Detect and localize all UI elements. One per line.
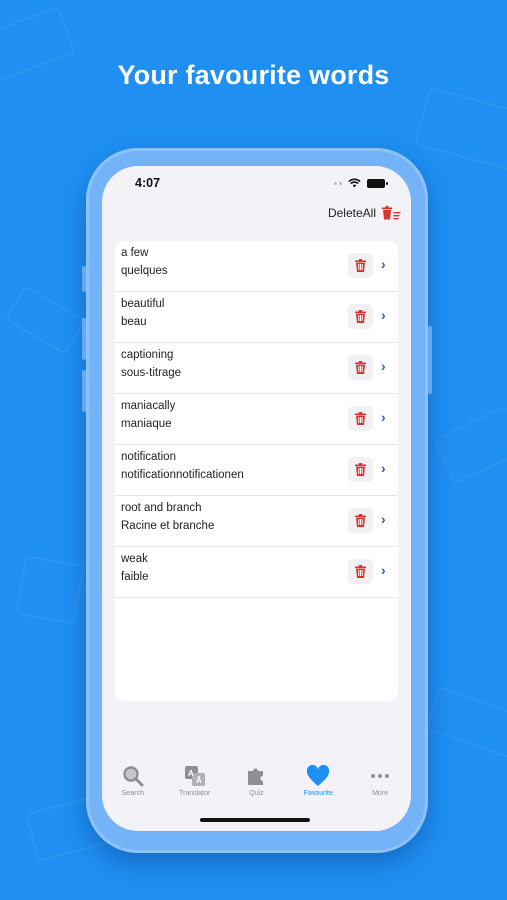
tab-more[interactable]: More: [350, 764, 410, 809]
more-icon: [371, 774, 390, 778]
tab-quiz[interactable]: Quiz: [226, 764, 286, 809]
tab-label-quiz: Quiz: [249, 790, 264, 797]
delete-word-button[interactable]: [348, 406, 373, 431]
translator-icon: A Ā: [184, 766, 205, 786]
chevron-right-icon[interactable]: ›: [381, 460, 386, 476]
translation-text: quelques: [121, 265, 168, 277]
chevron-right-icon[interactable]: ›: [381, 409, 386, 425]
tab-label-favourite: Favourite: [303, 790, 333, 797]
puzzle-icon: [248, 768, 264, 785]
word-row[interactable]: weak faible ›: [115, 547, 398, 598]
search-icon: [123, 766, 144, 787]
delete-word-button[interactable]: [348, 559, 373, 584]
favourites-list: a few quelques › beautiful beau › captioning so…: [115, 241, 398, 701]
word-text: root and branch: [121, 502, 202, 514]
translation-text: notificationnotificationen: [121, 469, 244, 481]
status-time: 4:07: [135, 176, 161, 190]
chevron-right-icon[interactable]: ›: [381, 562, 386, 578]
heart-icon: [307, 765, 330, 786]
wifi-icon: [348, 178, 361, 188]
svg-text:Ā: Ā: [196, 776, 202, 785]
translation-text: beau: [121, 316, 147, 328]
delete-word-button[interactable]: [348, 508, 373, 533]
delete-word-button[interactable]: [348, 253, 373, 278]
word-text: weak: [121, 553, 148, 565]
phone-frame: 4:07 DeleteAll a few quelques › beautifu…: [82, 148, 432, 853]
signal-icon: [334, 181, 342, 185]
trash-list-icon: [382, 206, 401, 220]
tab-label-translator: Translator: [179, 790, 211, 797]
mute-switch: [82, 266, 86, 292]
word-text: beautiful: [121, 298, 165, 310]
status-bar: 4:07: [102, 176, 411, 194]
word-row[interactable]: beautiful beau ›: [115, 292, 398, 343]
trash-icon: [355, 361, 366, 374]
chevron-right-icon[interactable]: ›: [381, 307, 386, 323]
word-text: captioning: [121, 349, 174, 361]
delete-all-button[interactable]: DeleteAll: [328, 206, 401, 220]
page-headline: Your favourite words: [117, 60, 390, 90]
tab-translator[interactable]: A Ā Translator: [165, 764, 225, 809]
trash-icon: [355, 259, 366, 272]
volume-down-button: [82, 370, 86, 412]
app-screen: 4:07 DeleteAll a few quelques › beautifu…: [102, 166, 411, 831]
chevron-right-icon[interactable]: ›: [381, 256, 386, 272]
word-row[interactable]: notification notificationnotificationen ›: [115, 445, 398, 496]
translation-text: maniaque: [121, 418, 172, 430]
word-text: a few: [121, 247, 149, 259]
word-text: notification: [121, 451, 176, 463]
delete-all-label: DeleteAll: [327, 206, 376, 220]
trash-icon: [355, 565, 366, 578]
svg-text:A: A: [188, 769, 194, 778]
delete-word-button[interactable]: [348, 457, 373, 482]
word-row[interactable]: root and branch Racine et branche ›: [115, 496, 398, 547]
trash-icon: [355, 412, 366, 425]
tab-label-search: Search: [121, 790, 144, 797]
trash-icon: [355, 463, 366, 476]
home-indicator: [200, 818, 310, 822]
battery-icon: [367, 178, 388, 188]
chevron-right-icon[interactable]: ›: [381, 358, 386, 374]
tab-label-more: More: [372, 790, 389, 797]
trash-icon: [355, 514, 366, 527]
word-row[interactable]: maniacally maniaque ›: [115, 394, 398, 445]
power-button: [428, 326, 432, 394]
word-row[interactable]: captioning sous-titrage ›: [115, 343, 398, 394]
chevron-right-icon[interactable]: ›: [381, 511, 386, 527]
tab-favourite[interactable]: Favourite: [288, 764, 348, 809]
word-text: maniacally: [121, 400, 176, 412]
tab-bar: Search A Ā Translator Quiz Favourite Mor…: [102, 764, 411, 809]
volume-up-button: [82, 318, 86, 360]
tab-search[interactable]: Search: [103, 764, 163, 809]
translation-text: sous-titrage: [121, 367, 182, 379]
delete-word-button[interactable]: [348, 304, 373, 329]
word-row[interactable]: a few quelques ›: [115, 241, 398, 292]
translation-text: Racine et branche: [121, 520, 215, 532]
trash-icon: [355, 310, 366, 323]
delete-word-button[interactable]: [348, 355, 373, 380]
translation-text: faible: [121, 571, 149, 583]
